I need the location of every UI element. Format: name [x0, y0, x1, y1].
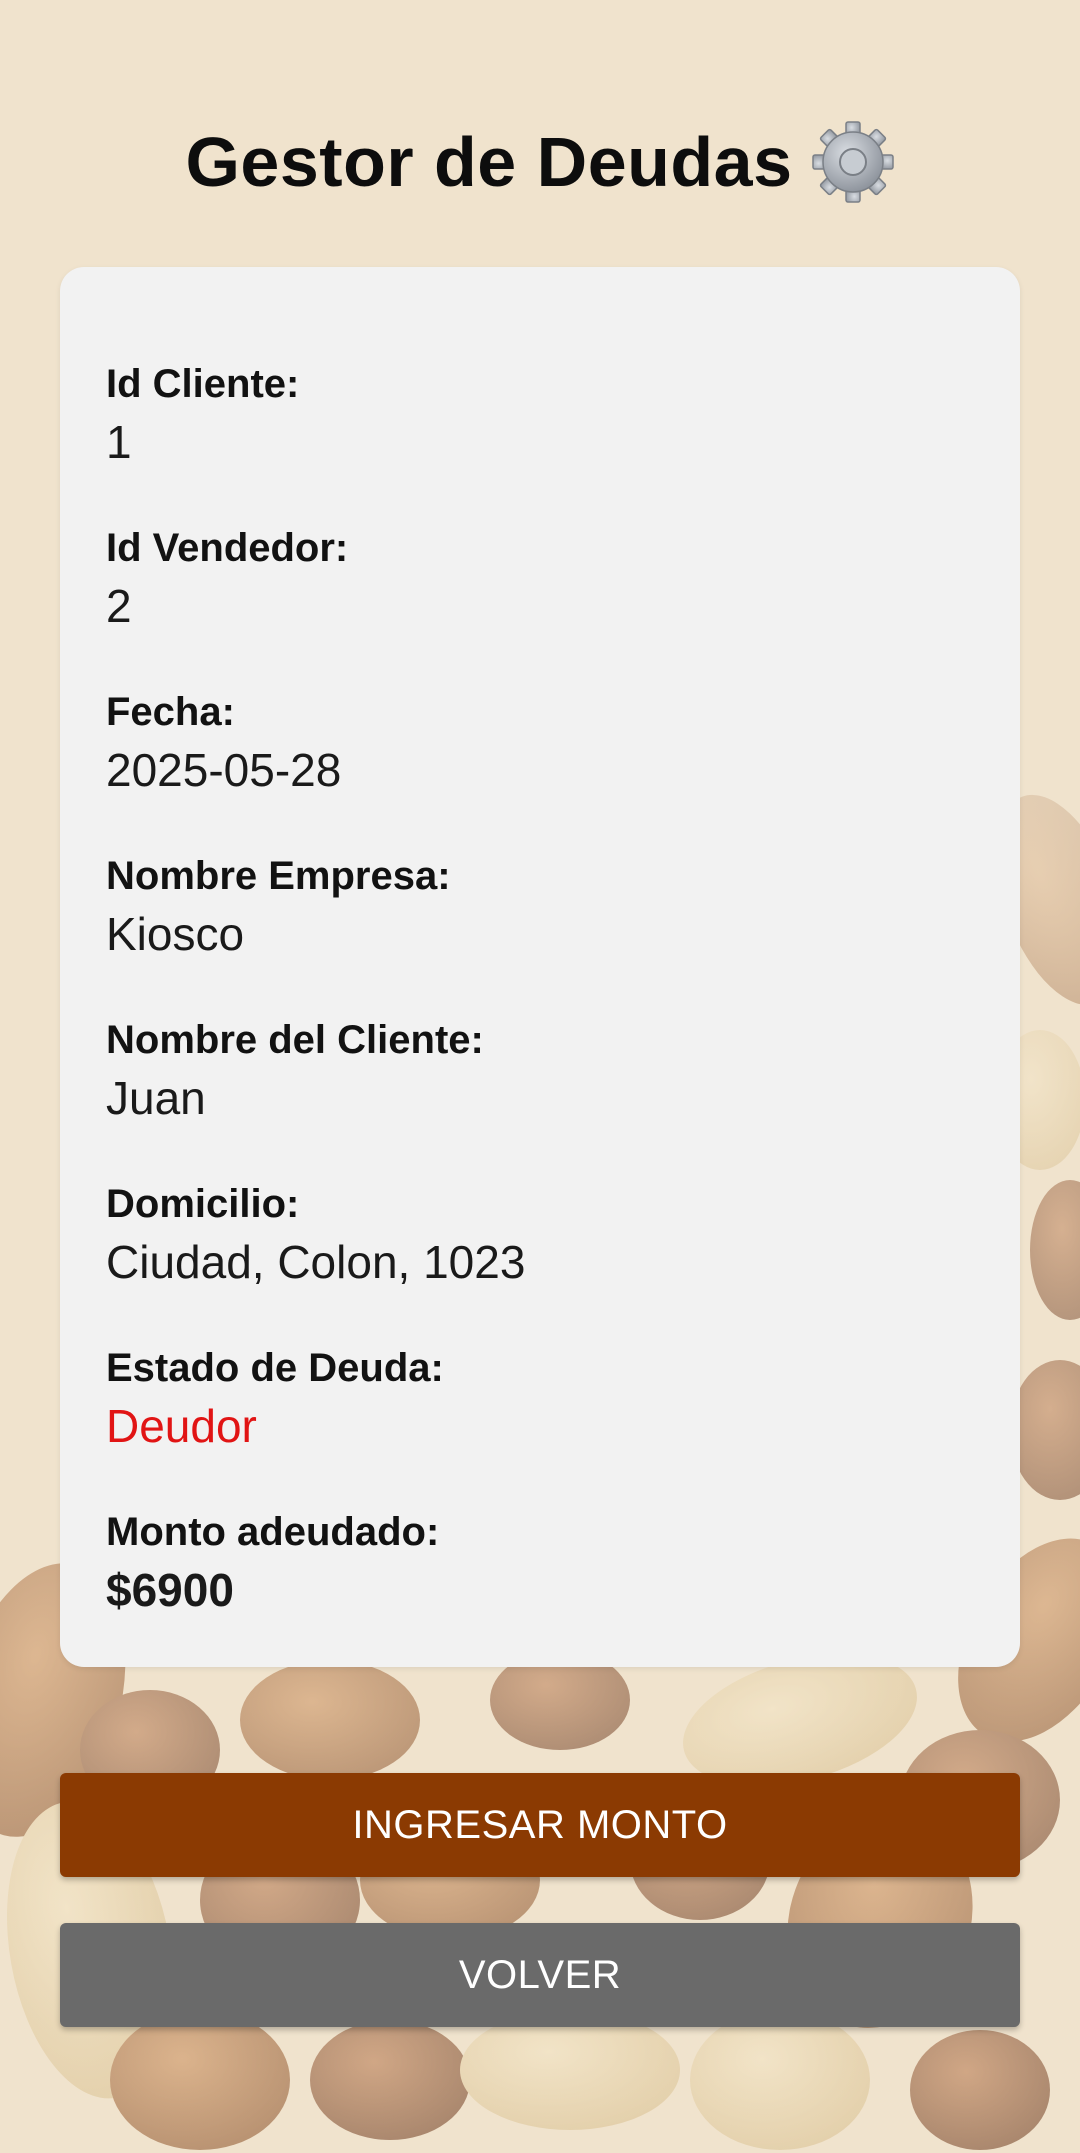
field-id-vendedor: Id Vendedor: 2 [106, 524, 966, 636]
field-estado-deuda: Estado de Deuda: Deudor [106, 1344, 966, 1456]
header: Gestor de Deudas [0, 112, 1080, 212]
debt-detail-card: Id Cliente: 1 Id Vendedor: 2 Fecha: 2025… [60, 267, 1020, 1667]
field-label: Id Vendedor: [106, 526, 349, 570]
gear-icon [811, 120, 895, 204]
field-label: Estado de Deuda: [106, 1346, 444, 1390]
debt-detail-screen: Gestor de Deudas Id Cliente: 1 Id Vended… [0, 0, 1080, 2153]
field-value: Ciudad, Colon, 1023 [106, 1236, 526, 1288]
field-id-cliente: Id Cliente: 1 [106, 360, 966, 472]
field-value: 1 [106, 416, 132, 468]
field-value: 2025-05-28 [106, 744, 342, 796]
field-fecha: Fecha: 2025-05-28 [106, 688, 966, 800]
ingresar-monto-button[interactable]: INGRESAR MONTO [60, 1773, 1020, 1877]
field-label: Nombre Empresa: [106, 854, 451, 898]
field-label: Monto adeudado: [106, 1510, 440, 1554]
field-monto-adeudado: Monto adeudado: $6900 [106, 1508, 966, 1620]
amount-owed-value: $6900 [106, 1564, 234, 1616]
field-label: Nombre del Cliente: [106, 1018, 484, 1062]
field-value: Kiosco [106, 908, 245, 960]
field-nombre-cliente: Nombre del Cliente: Juan [106, 1016, 966, 1128]
page-title: Gestor de Deudas [185, 123, 793, 201]
field-value: Juan [106, 1072, 206, 1124]
field-value: 2 [106, 580, 132, 632]
field-label: Domicilio: [106, 1182, 300, 1226]
field-nombre-empresa: Nombre Empresa: Kiosco [106, 852, 966, 964]
field-label: Id Cliente: [106, 362, 300, 406]
field-label: Fecha: [106, 690, 235, 734]
debt-status-value: Deudor [106, 1400, 257, 1452]
field-domicilio: Domicilio: Ciudad, Colon, 1023 [106, 1180, 966, 1292]
volver-button[interactable]: VOLVER [60, 1923, 1020, 2027]
